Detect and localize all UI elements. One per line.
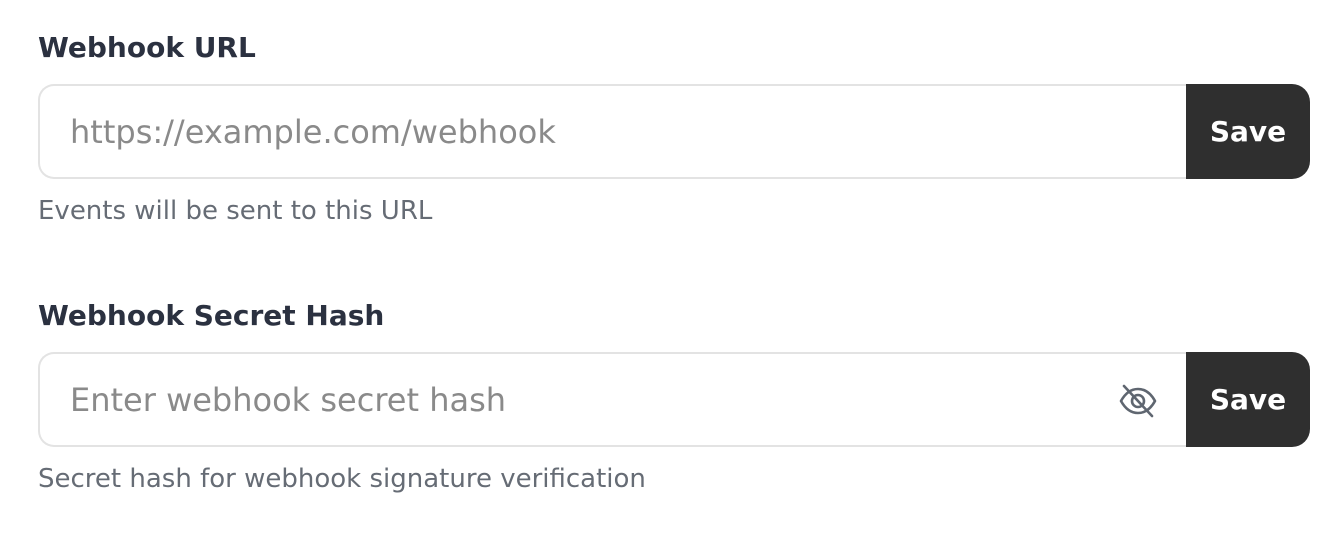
webhook-secret-input[interactable] [40, 354, 1186, 445]
webhook-url-label: Webhook URL [38, 31, 256, 64]
webhook-secret-field: Webhook Secret Hash Save Secret hash for… [38, 298, 1310, 494]
webhook-url-help-text: Events will be sent to this URL [38, 196, 433, 226]
webhook-secret-help-text: Secret hash for webhook signature verifi… [38, 464, 646, 494]
eye-off-icon[interactable] [1118, 383, 1158, 419]
webhook-url-input[interactable] [40, 86, 1186, 177]
webhook-url-input-group: Save [38, 84, 1310, 179]
webhook-secret-input-wrapper [38, 352, 1186, 447]
save-webhook-url-button[interactable]: Save [1186, 84, 1310, 179]
webhook-secret-label: Webhook Secret Hash [38, 299, 385, 332]
save-webhook-secret-button[interactable]: Save [1186, 352, 1310, 447]
webhook-url-field: Webhook URL Save Events will be sent to … [38, 30, 1310, 226]
webhook-secret-input-group: Save [38, 352, 1310, 447]
webhook-url-input-wrapper [38, 84, 1186, 179]
